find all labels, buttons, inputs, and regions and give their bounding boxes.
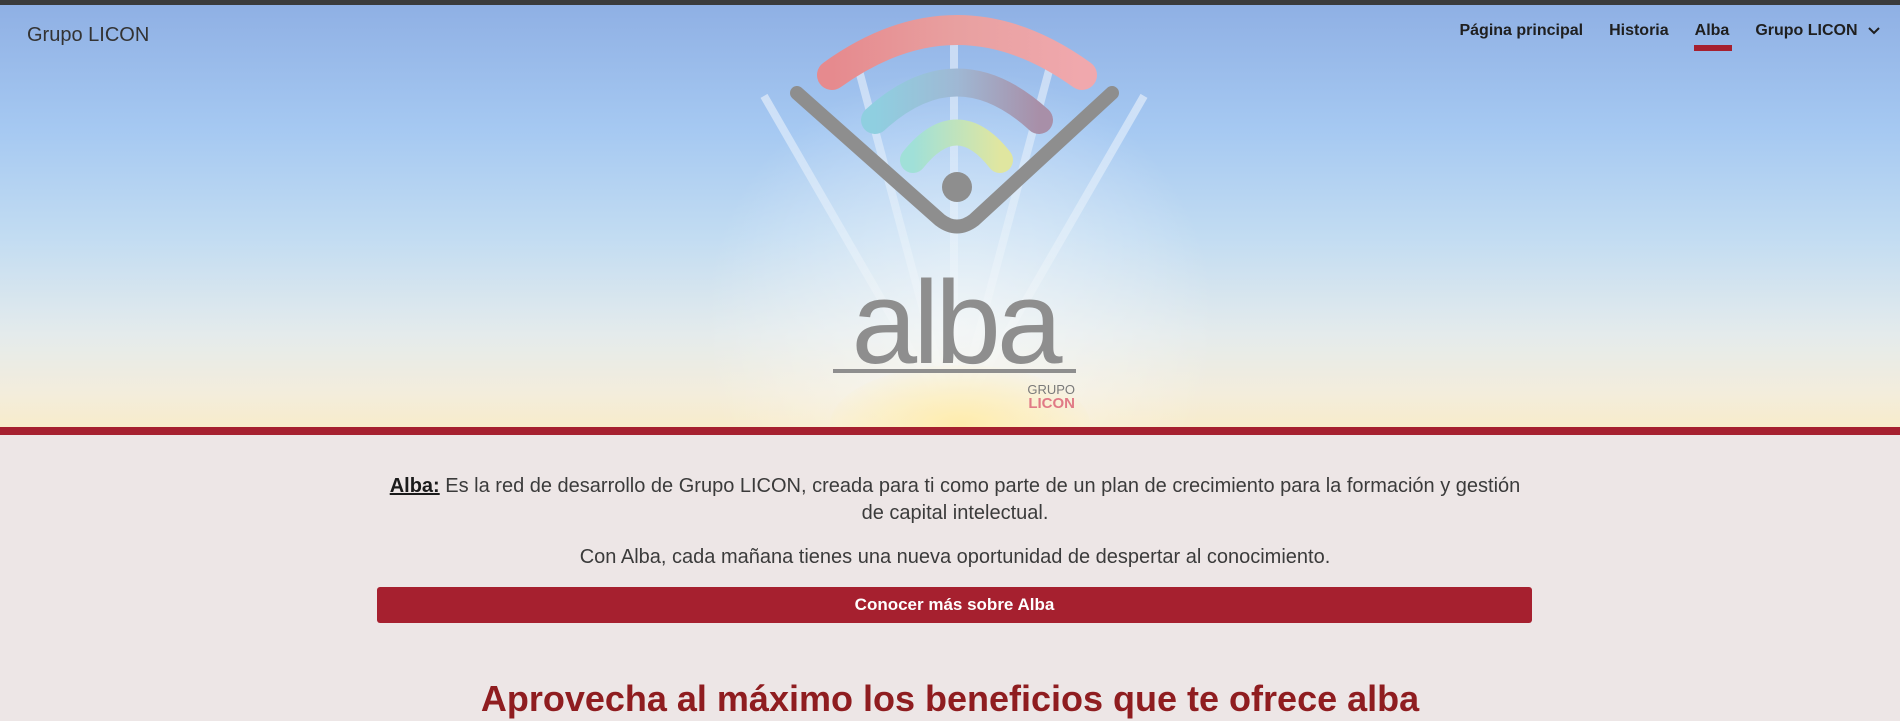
wifi-icon xyxy=(790,15,1119,234)
alba-label: Alba: xyxy=(389,475,440,497)
intro-text: Es la red de desarrollo de Grupo LICON, … xyxy=(439,475,1521,524)
main-nav: Página principal Historia Alba Grupo LIC… xyxy=(1433,22,1880,54)
nav-item-grupo-licon-label: Grupo LICON xyxy=(1755,22,1858,39)
nav-item-grupo-licon[interactable]: Grupo LICON xyxy=(1755,22,1880,54)
intro-tagline: Con Alba, cada mañana tienes una nueva o… xyxy=(579,546,1331,568)
nav-item-historia[interactable]: Historia xyxy=(1609,22,1669,54)
hero-banner: alba GRUPO LICON xyxy=(0,5,1900,427)
logo-underline xyxy=(833,369,1076,373)
nav-item-pagina-principal[interactable]: Página principal xyxy=(1459,22,1583,54)
hero-divider xyxy=(0,427,1900,435)
logo-sub-bottom: LICON xyxy=(1028,395,1075,412)
intro-paragraph: Alba: Es la red de desarrollo de Grupo L… xyxy=(380,473,1530,527)
section-title: Aprovecha al máximo los beneficios que t… xyxy=(480,678,1420,719)
chevron-down-icon xyxy=(1868,27,1880,35)
conocer-mas-button[interactable]: Conocer más sobre Alba xyxy=(377,587,1532,623)
alba-logo: alba GRUPO LICON xyxy=(790,15,1119,412)
nav-item-alba[interactable]: Alba xyxy=(1693,22,1732,54)
brand-name[interactable]: Grupo LICON xyxy=(27,24,149,47)
